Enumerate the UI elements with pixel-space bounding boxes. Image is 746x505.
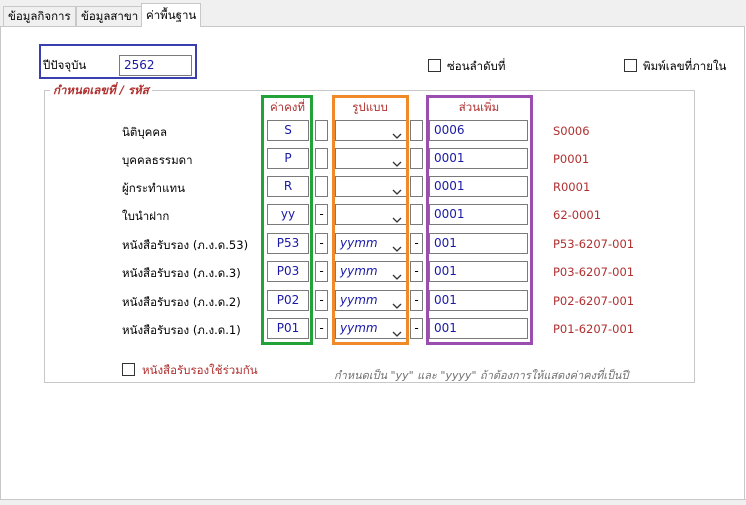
example-code: 62-0001: [553, 208, 602, 222]
separator1-input[interactable]: -: [315, 233, 328, 254]
separator2-input[interactable]: [410, 176, 423, 197]
example-code: P0001: [553, 152, 590, 166]
format-note: กำหนดเป็น "yy" และ "yyyy" ถ้าต้องการให้แ…: [334, 369, 629, 382]
year-highlight: [39, 44, 197, 79]
tab-business-info[interactable]: ข้อมูลกิจการ: [3, 6, 76, 26]
separator1-input[interactable]: -: [315, 290, 328, 311]
row-label: หนังสือรับรอง (ภ.ง.ด.1): [122, 323, 241, 337]
separator2-input[interactable]: [410, 120, 423, 141]
row-label: ผู้กระทำแทน: [122, 181, 185, 195]
separator1-input[interactable]: -: [315, 318, 328, 339]
bottom-bar: [0, 499, 746, 505]
row-label: หนังสือรับรอง (ภ.ง.ด.2): [122, 295, 241, 309]
example-code: P01-6207-001: [553, 322, 635, 336]
print-internal-label: พิมพ์เลขที่ภายใน: [643, 59, 727, 73]
format-column-highlight: [332, 95, 409, 345]
row-label: ใบนำฝาก: [122, 209, 170, 223]
row-label: หนังสือรับรอง (ภ.ง.ด.3): [122, 266, 241, 280]
hide-sequence-label: ซ่อนลำดับที่: [447, 59, 506, 73]
constant-column-highlight: [261, 95, 313, 345]
tab-branch-info[interactable]: ข้อมูลสาขา: [76, 6, 144, 26]
separator1-input[interactable]: [315, 176, 328, 197]
example-code: P53-6207-001: [553, 237, 635, 251]
hide-sequence-checkbox[interactable]: [428, 59, 441, 72]
separator2-input[interactable]: -: [410, 261, 423, 282]
separator2-input[interactable]: -: [410, 290, 423, 311]
extra-column-highlight: [426, 95, 533, 345]
example-code: S0006: [553, 124, 590, 138]
tab-defaults[interactable]: ค่าพื้นฐาน: [141, 3, 202, 27]
example-code: R0001: [553, 180, 591, 194]
print-internal-checkbox[interactable]: [624, 59, 637, 72]
separator1-input[interactable]: [315, 120, 328, 141]
shared-cert-label: หนังสือรับรองใช้ร่วมกัน: [142, 363, 258, 377]
separator2-input[interactable]: -: [410, 318, 423, 339]
separator2-input[interactable]: -: [410, 233, 423, 254]
numbering-group-title: กำหนดเลขที่ / รหัส: [50, 82, 152, 100]
example-code: P03-6207-001: [553, 265, 635, 279]
row-label: บุคคลธรรมดา: [122, 153, 193, 167]
separator1-input[interactable]: -: [315, 204, 328, 225]
example-code: P02-6207-001: [553, 294, 635, 308]
separator1-input[interactable]: [315, 148, 328, 169]
shared-cert-checkbox[interactable]: [122, 363, 135, 376]
separator1-input[interactable]: -: [315, 261, 328, 282]
separator2-input[interactable]: [410, 204, 423, 225]
row-label: นิติบุคคล: [122, 125, 168, 139]
row-label: หนังสือรับรอง (ภ.ง.ด.53): [122, 238, 249, 252]
separator2-input[interactable]: [410, 148, 423, 169]
